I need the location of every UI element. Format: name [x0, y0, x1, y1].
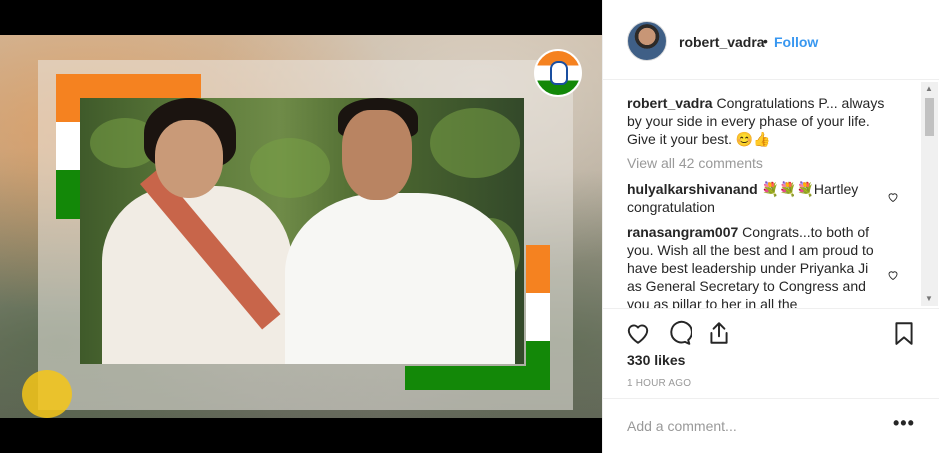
caption-username[interactable]: robert_vadra: [627, 95, 713, 111]
comment-icon[interactable]: [666, 320, 692, 346]
comment-username[interactable]: ranasangram007: [627, 224, 738, 240]
heart-icon[interactable]: [887, 191, 899, 203]
comment-item: hulyalkarshivanand 💐💐💐Hartley congratula…: [627, 180, 877, 216]
post-timestamp[interactable]: 1 HOUR AGO: [627, 378, 691, 389]
bookmark-icon[interactable]: [891, 320, 917, 346]
scroll-down-icon[interactable]: ▼: [925, 294, 933, 304]
add-comment-input[interactable]: [627, 416, 877, 436]
comment-item: ranasangram007 Congrats...to both of you…: [627, 223, 877, 308]
comment-username[interactable]: hulyalkarshivanand: [627, 181, 758, 197]
scrollbar-thumb[interactable]: [925, 98, 934, 136]
post-caption: robert_vadra Congratulations P... always…: [627, 94, 902, 148]
couple-photo: [80, 98, 524, 364]
more-options-icon[interactable]: •••: [893, 413, 915, 434]
post-header: robert_vadra • Follow: [603, 0, 939, 80]
likes-count[interactable]: 330 likes: [627, 352, 685, 368]
decorative-blob: [22, 370, 72, 418]
follow-button[interactable]: Follow: [774, 34, 818, 50]
comments-section[interactable]: robert_vadra Congratulations P... always…: [603, 80, 939, 308]
comments-scrollbar[interactable]: ▲ ▼: [921, 82, 938, 306]
party-logo: [534, 49, 582, 97]
share-icon[interactable]: [706, 320, 732, 346]
avatar[interactable]: [627, 21, 667, 61]
scroll-up-icon[interactable]: ▲: [925, 84, 933, 94]
action-bar: [603, 308, 939, 354]
heart-icon[interactable]: [887, 269, 899, 281]
separator-dot: •: [763, 33, 768, 49]
username-link[interactable]: robert_vadra: [679, 34, 765, 50]
post-media[interactable]: [0, 0, 602, 453]
view-all-comments-link[interactable]: View all 42 comments: [627, 155, 763, 171]
heart-icon[interactable]: [625, 320, 651, 346]
hand-icon: [550, 61, 568, 85]
add-comment-bar: •••: [603, 398, 939, 453]
post-panel: robert_vadra • Follow robert_vadra Congr…: [602, 0, 939, 453]
